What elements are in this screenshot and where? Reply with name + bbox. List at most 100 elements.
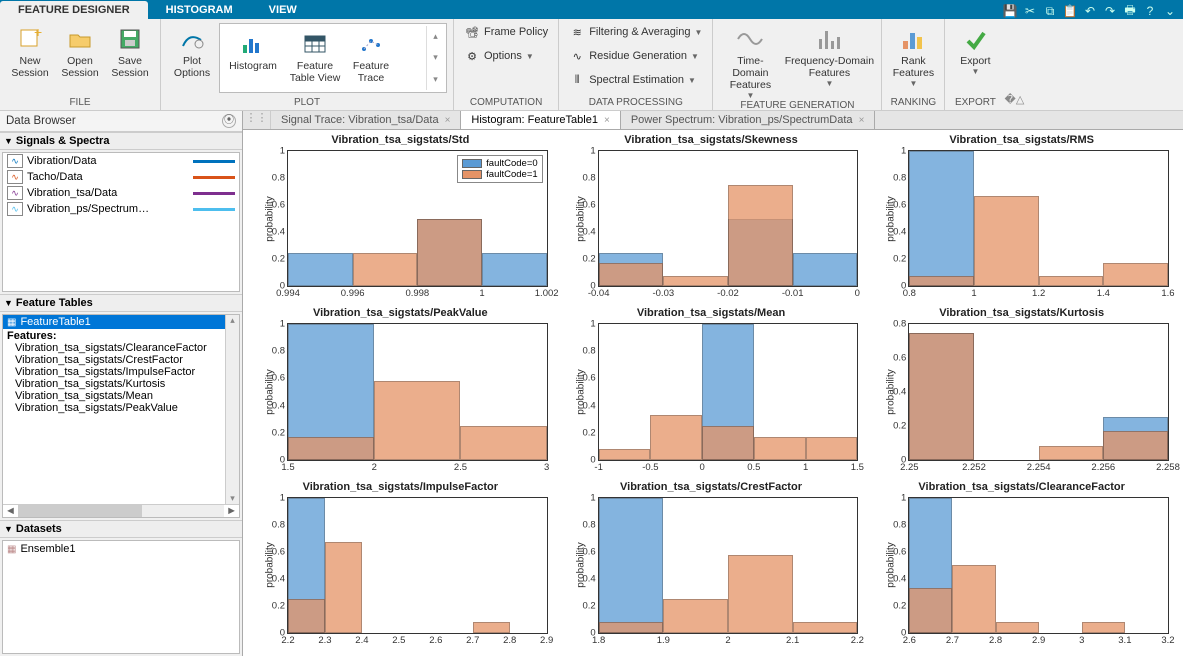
close-icon[interactable]: × bbox=[859, 115, 865, 126]
help-icon[interactable]: ? bbox=[1141, 3, 1159, 19]
dropdown-icon[interactable]: ⌄ bbox=[1161, 3, 1179, 19]
feature-item[interactable]: Vibration_tsa_sigstats/ClearanceFactor bbox=[7, 342, 221, 354]
filtering-averaging-button[interactable]: ≋ Filtering & Averaging▼ bbox=[565, 21, 706, 43]
plot-gallery: Histogram Feature Table View Feature Tra… bbox=[219, 23, 447, 93]
doc-tab-signal-trace[interactable]: Signal Trace: Vibration_tsa/Data× bbox=[271, 111, 461, 129]
residue-generation-button[interactable]: ∿ Residue Generation▼ bbox=[565, 45, 706, 67]
ribbon-group-computation: 📽 Frame Policy ⚙ Options ▼ COMPUTATION bbox=[454, 19, 559, 110]
residue-icon: ∿ bbox=[569, 48, 585, 64]
histogram-chart: Vibration_tsa_sigstats/CrestFactor proba… bbox=[556, 479, 867, 652]
histogram-chart: Vibration_tsa_sigstats/RMS probability00… bbox=[866, 132, 1177, 305]
options-icon: ⚙ bbox=[464, 48, 480, 64]
rank-features-button[interactable]: Rank Features▼ bbox=[888, 21, 938, 88]
doc-tab-handle[interactable]: ⋮⋮ bbox=[243, 111, 271, 129]
close-icon[interactable]: × bbox=[604, 115, 610, 126]
tab-feature-designer[interactable]: FEATURE DESIGNER bbox=[0, 1, 148, 19]
open-folder-icon bbox=[66, 25, 94, 53]
rank-icon bbox=[899, 25, 927, 53]
feature-item[interactable]: Vibration_tsa_sigstats/PeakValue bbox=[7, 402, 221, 414]
save-icon bbox=[116, 25, 144, 53]
horizontal-scrollbar[interactable]: ◄► bbox=[3, 504, 239, 517]
signal-item[interactable]: ∿Vibration_ps/Spectrum… bbox=[3, 201, 239, 217]
signals-spectra-header[interactable]: ▼Signals & Spectra bbox=[0, 132, 242, 150]
ribbon-group-feature-generation: Time-Domain Features▼ Frequency-Domain F… bbox=[713, 19, 882, 110]
feature-item[interactable]: Vibration_tsa_sigstats/Mean bbox=[7, 390, 221, 402]
svg-text:+: + bbox=[34, 26, 42, 40]
tab-view[interactable]: VIEW bbox=[251, 1, 315, 19]
feature-table-view-button[interactable]: Feature Table View bbox=[284, 26, 346, 90]
frequency-domain-features-button[interactable]: Frequency-Domain Features▼ bbox=[783, 21, 875, 88]
feature-tables-box: FeatureTable1 Features: Vibration_tsa_si… bbox=[2, 314, 240, 518]
export-button[interactable]: Export▼ bbox=[951, 21, 999, 76]
tab-histogram[interactable]: HISTOGRAM bbox=[148, 1, 251, 19]
paste-icon[interactable]: 📋 bbox=[1061, 3, 1079, 19]
histogram-chart: Vibration_tsa_sigstats/PeakValue probabi… bbox=[245, 305, 556, 478]
feature-tables-header[interactable]: ▼Feature Tables bbox=[0, 294, 242, 312]
redo-icon[interactable]: ↷ bbox=[1101, 3, 1119, 19]
cut-icon[interactable]: ✂ bbox=[1021, 3, 1039, 19]
table-icon bbox=[301, 30, 329, 58]
plot-area[interactable]: 00.20.40.60.81-0.04-0.03-0.02-0.010 bbox=[598, 150, 859, 287]
frame-policy-button[interactable]: 📽 Frame Policy bbox=[460, 21, 552, 43]
datasets-header[interactable]: ▼Datasets bbox=[0, 520, 242, 538]
print-icon[interactable]: 🖶 bbox=[1121, 3, 1139, 19]
signal-item[interactable]: ∿Tacho/Data bbox=[3, 169, 239, 185]
ribbon-group-ranking: Rank Features▼ RANKING bbox=[882, 19, 945, 110]
plot-area[interactable]: 00.20.40.60.812.62.72.82.933.13.2 bbox=[908, 497, 1169, 634]
feature-table-selected[interactable]: FeatureTable1 bbox=[3, 315, 225, 329]
trace-icon bbox=[357, 30, 385, 58]
undo-icon[interactable]: ↶ bbox=[1081, 3, 1099, 19]
histogram-chart: Vibration_tsa_sigstats/Std probability00… bbox=[245, 132, 556, 305]
plot-options-button[interactable]: Plot Options bbox=[167, 21, 217, 79]
open-session-button[interactable]: Open Session bbox=[56, 21, 104, 79]
time-domain-features-button[interactable]: Time-Domain Features▼ bbox=[719, 21, 781, 100]
plot-area[interactable]: 00.20.40.60.81-1-0.500.511.5 bbox=[598, 323, 859, 460]
document-tabs: ⋮⋮ Signal Trace: Vibration_tsa/Data× His… bbox=[243, 111, 1183, 130]
vertical-scrollbar[interactable]: ▴▾ bbox=[225, 315, 239, 504]
doc-tab-histogram[interactable]: Histogram: FeatureTable1× bbox=[461, 111, 620, 129]
spectral-icon: ⫴ bbox=[569, 72, 585, 88]
signal-item[interactable]: ∿Vibration_tsa/Data bbox=[3, 185, 239, 201]
histogram-chart: Vibration_tsa_sigstats/Skewness probabil… bbox=[556, 132, 867, 305]
plot-area[interactable]: 00.20.40.60.810.9940.9960.99811.002fault… bbox=[287, 150, 548, 287]
ribbon-group-data-processing: ≋ Filtering & Averaging▼ ∿ Residue Gener… bbox=[559, 19, 713, 110]
feature-item[interactable]: Vibration_tsa_sigstats/ImpulseFactor bbox=[7, 366, 221, 378]
new-session-icon: + bbox=[16, 25, 44, 53]
plot-area[interactable]: 00.20.40.60.810.811.21.41.6 bbox=[908, 150, 1169, 287]
close-icon[interactable]: × bbox=[445, 115, 451, 126]
new-session-button[interactable]: + New Session bbox=[6, 21, 54, 79]
ribbon-group-export: Export▼ EXPORT bbox=[945, 19, 1005, 110]
histogram-icon bbox=[239, 30, 267, 58]
time-domain-icon bbox=[736, 25, 764, 53]
filter-icon: ≋ bbox=[569, 24, 585, 40]
add-button-icon[interactable]: ⦿ bbox=[222, 114, 236, 128]
plot-area[interactable]: 00.20.40.60.811.81.922.12.2 bbox=[598, 497, 859, 634]
spectral-estimation-button[interactable]: ⫴ Spectral Estimation▼ bbox=[565, 69, 706, 91]
histogram-chart: Vibration_tsa_sigstats/ClearanceFactor p… bbox=[866, 479, 1177, 652]
feature-trace-button[interactable]: Feature Trace bbox=[346, 26, 396, 90]
plot-area[interactable]: 00.20.40.60.812.22.32.42.52.62.72.82.9 bbox=[287, 497, 548, 634]
ribbon-collapse-button[interactable]: �△ bbox=[1005, 19, 1023, 110]
save-session-button[interactable]: Save Session bbox=[106, 21, 154, 79]
copy-icon[interactable]: ⧉ bbox=[1041, 3, 1059, 19]
data-browser-header: Data Browser ⦿ bbox=[0, 111, 242, 132]
quick-access-toolbar: 💾 ✂ ⧉ 📋 ↶ ↷ 🖶 ? ⌄ bbox=[1001, 3, 1183, 19]
plot-area[interactable]: 00.20.40.60.82.252.2522.2542.2562.258 bbox=[908, 323, 1169, 460]
ribbon-group-plot: Plot Options Histogram Feature Table Vie… bbox=[161, 19, 454, 110]
histogram-chart: Vibration_tsa_sigstats/Kurtosis probabil… bbox=[866, 305, 1177, 478]
save-icon[interactable]: 💾 bbox=[1001, 3, 1019, 19]
histogram-button[interactable]: Histogram bbox=[222, 26, 284, 90]
feature-item[interactable]: Vibration_tsa_sigstats/Kurtosis bbox=[7, 378, 221, 390]
doc-tab-power-spectrum[interactable]: Power Spectrum: Vibration_ps/SpectrumDat… bbox=[621, 111, 876, 129]
app-tab-bar: FEATURE DESIGNER HISTOGRAM VIEW 💾 ✂ ⧉ 📋 … bbox=[0, 0, 1183, 19]
data-browser-panel: Data Browser ⦿ ▼Signals & Spectra ∿Vibra… bbox=[0, 111, 243, 656]
histogram-chart: Vibration_tsa_sigstats/ImpulseFactor pro… bbox=[245, 479, 556, 652]
dataset-item[interactable]: Ensemble1 bbox=[3, 541, 239, 557]
options-button[interactable]: ⚙ Options ▼ bbox=[460, 45, 552, 67]
signal-item[interactable]: ∿Vibration/Data bbox=[3, 153, 239, 169]
feature-item[interactable]: Vibration_tsa_sigstats/CrestFactor bbox=[7, 354, 221, 366]
plot-area[interactable]: 00.20.40.60.811.522.53 bbox=[287, 323, 548, 460]
datasets-list: Ensemble1 bbox=[2, 540, 240, 654]
plot-gallery-more[interactable]: ▴▾▾ bbox=[426, 26, 444, 90]
ribbon-group-file: + New Session Open Session Save Session … bbox=[0, 19, 161, 110]
